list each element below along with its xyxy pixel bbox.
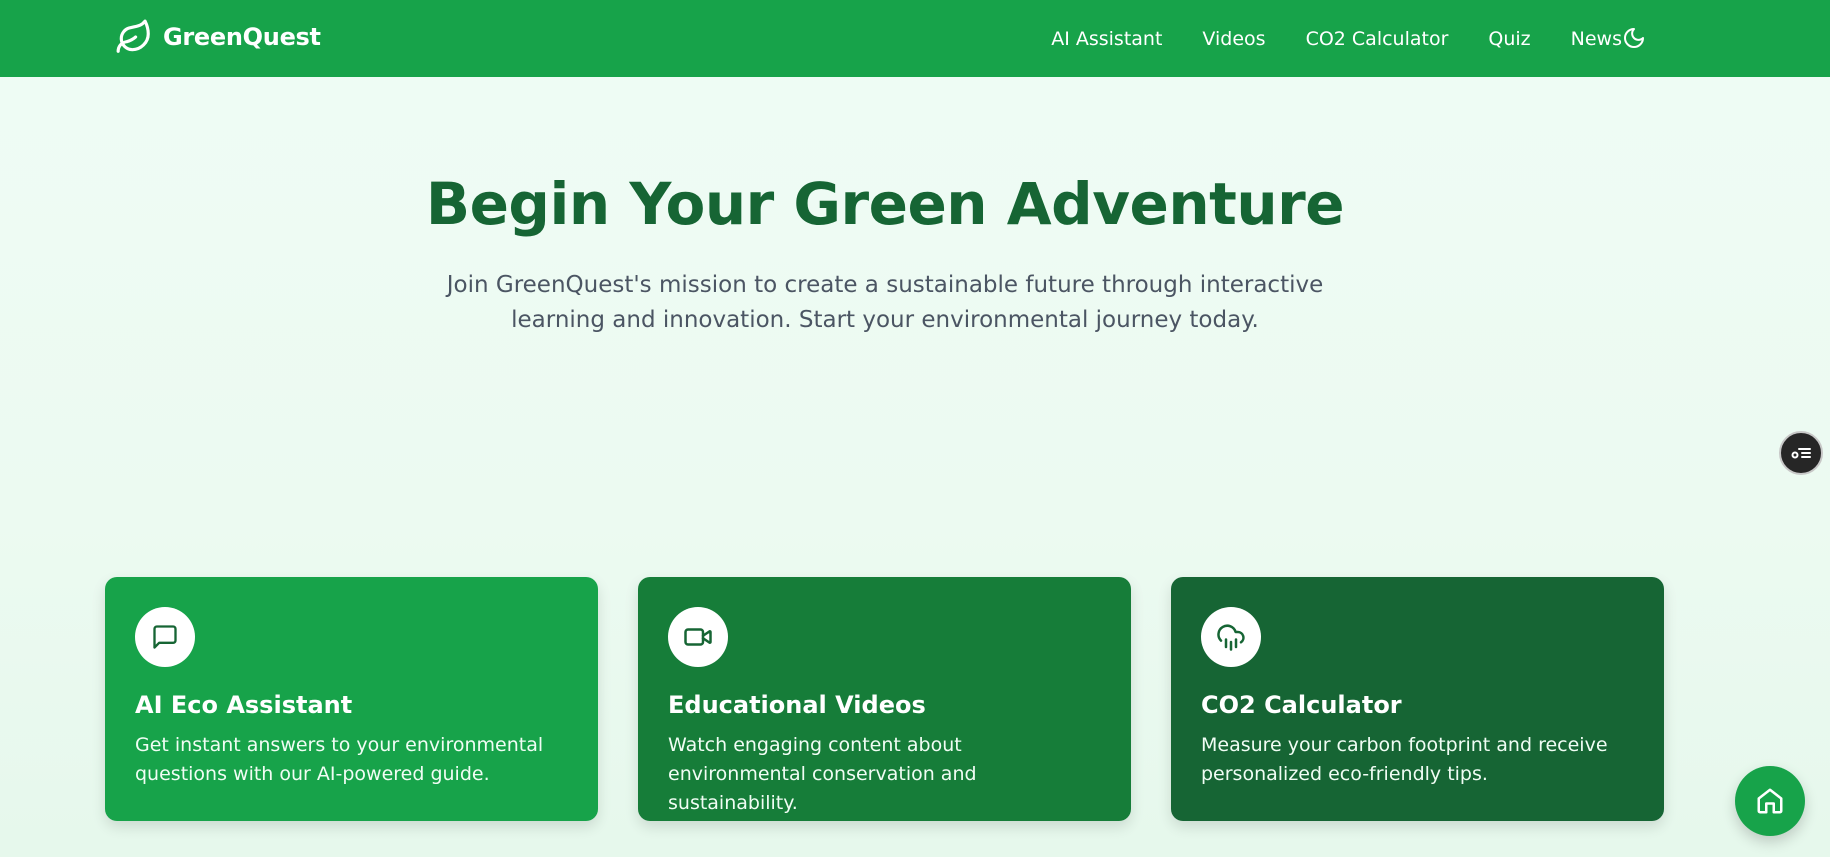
chat-icon <box>135 607 195 667</box>
hero-section: Begin Your Green Adventure Join GreenQue… <box>0 170 1770 338</box>
moon-icon[interactable] <box>1620 24 1648 52</box>
card-description: Watch engaging content about environment… <box>668 734 977 814</box>
brand-logo-link[interactable]: GreenQuest <box>115 18 321 56</box>
card-description: Measure your carbon footprint and receiv… <box>1201 734 1608 785</box>
card-educational-videos[interactable]: Educational Videos Watch engaging conten… <box>638 577 1131 821</box>
card-title: Educational Videos <box>668 691 926 719</box>
leaf-icon <box>115 18 153 56</box>
video-camera-icon <box>668 607 728 667</box>
navbar: GreenQuest AI Assistant Videos CO2 Calcu… <box>0 0 1830 77</box>
home-icon[interactable] <box>1735 766 1805 836</box>
cloud-rain-icon <box>1201 607 1261 667</box>
hero-subtitle: Join GreenQuest's mission to create a su… <box>446 272 1324 333</box>
nav-link-co2-calculator[interactable]: CO2 Calculator <box>1306 28 1449 50</box>
card-title: AI Eco Assistant <box>135 691 353 719</box>
hero-title: Begin Your Green Adventure <box>425 170 1345 238</box>
card-ai-eco-assistant[interactable]: AI Eco Assistant Get instant answers to … <box>105 577 598 821</box>
feature-cards: AI Eco Assistant Get instant answers to … <box>105 577 1664 821</box>
nav-link-news[interactable]: News <box>1571 28 1622 50</box>
settings-list-icon[interactable] <box>1779 431 1823 475</box>
nav-links: AI Assistant Videos CO2 Calculator Quiz … <box>1051 0 1622 77</box>
nav-link-videos[interactable]: Videos <box>1202 28 1265 50</box>
nav-link-ai-assistant[interactable]: AI Assistant <box>1051 28 1162 50</box>
card-description: Get instant answers to your environmenta… <box>135 734 544 785</box>
nav-link-quiz[interactable]: Quiz <box>1488 28 1530 50</box>
card-co2-calculator[interactable]: CO2 Calculator Measure your carbon footp… <box>1171 577 1664 821</box>
card-title: CO2 Calculator <box>1201 691 1402 719</box>
brand-name: GreenQuest <box>163 23 321 51</box>
